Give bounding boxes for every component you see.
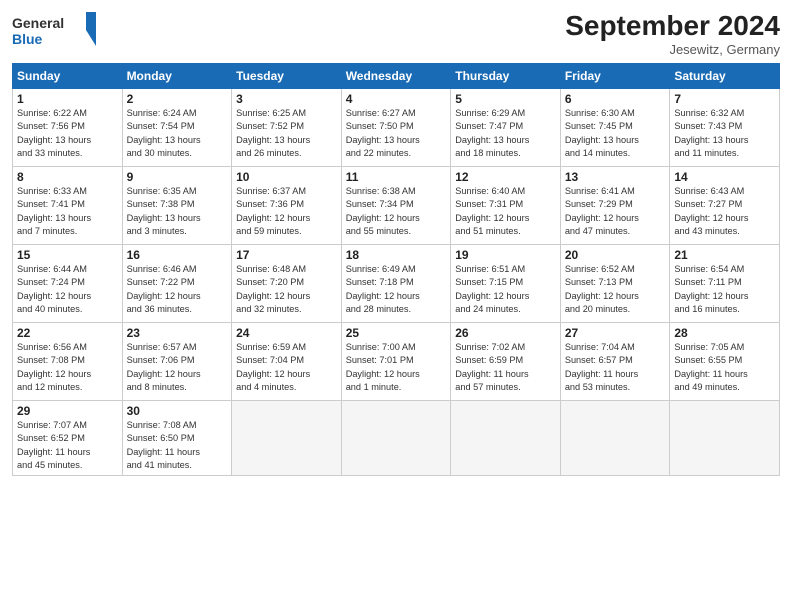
table-row: 8 Sunrise: 6:33 AMSunset: 7:41 PMDayligh… [13,167,780,245]
table-cell-empty [232,401,342,476]
svg-text:Blue: Blue [12,31,43,47]
list-item: 3 Sunrise: 6:25 AMSunset: 7:52 PMDayligh… [232,89,342,167]
page: General Blue September 2024 Jesewitz, Ge… [0,0,792,612]
header: General Blue September 2024 Jesewitz, Ge… [12,10,780,57]
header-row: Sunday Monday Tuesday Wednesday Thursday… [13,64,780,89]
location: Jesewitz, Germany [565,42,780,57]
list-item: 22 Sunrise: 6:56 AMSunset: 7:08 PMDaylig… [13,323,123,401]
list-item: 28 Sunrise: 7:05 AMSunset: 6:55 PMDaylig… [670,323,780,401]
list-item: 8 Sunrise: 6:33 AMSunset: 7:41 PMDayligh… [13,167,123,245]
month-title: September 2024 [565,10,780,42]
table-row: 22 Sunrise: 6:56 AMSunset: 7:08 PMDaylig… [13,323,780,401]
list-item: 1 Sunrise: 6:22 AMSunset: 7:56 PMDayligh… [13,89,123,167]
calendar-table: Sunday Monday Tuesday Wednesday Thursday… [12,63,780,476]
col-friday: Friday [560,64,670,89]
table-row: 29 Sunrise: 7:07 AMSunset: 6:52 PMDaylig… [13,401,780,476]
col-thursday: Thursday [451,64,561,89]
list-item: 24 Sunrise: 6:59 AMSunset: 7:04 PMDaylig… [232,323,342,401]
col-wednesday: Wednesday [341,64,451,89]
table-cell-empty [341,401,451,476]
list-item: 7 Sunrise: 6:32 AMSunset: 7:43 PMDayligh… [670,89,780,167]
list-item: 26 Sunrise: 7:02 AMSunset: 6:59 PMDaylig… [451,323,561,401]
list-item: 18 Sunrise: 6:49 AMSunset: 7:18 PMDaylig… [341,245,451,323]
col-sunday: Sunday [13,64,123,89]
list-item: 17 Sunrise: 6:48 AMSunset: 7:20 PMDaylig… [232,245,342,323]
svg-text:General: General [12,15,64,31]
list-item: 27 Sunrise: 7:04 AMSunset: 6:57 PMDaylig… [560,323,670,401]
list-item: 23 Sunrise: 6:57 AMSunset: 7:06 PMDaylig… [122,323,232,401]
title-block: September 2024 Jesewitz, Germany [565,10,780,57]
table-cell-empty [451,401,561,476]
list-item: 30 Sunrise: 7:08 AMSunset: 6:50 PMDaylig… [122,401,232,476]
list-item: 20 Sunrise: 6:52 AMSunset: 7:13 PMDaylig… [560,245,670,323]
logo: General Blue [12,10,102,50]
list-item: 29 Sunrise: 7:07 AMSunset: 6:52 PMDaylig… [13,401,123,476]
col-tuesday: Tuesday [232,64,342,89]
list-item: 16 Sunrise: 6:46 AMSunset: 7:22 PMDaylig… [122,245,232,323]
list-item: 10 Sunrise: 6:37 AMSunset: 7:36 PMDaylig… [232,167,342,245]
col-monday: Monday [122,64,232,89]
table-cell-empty [670,401,780,476]
list-item: 19 Sunrise: 6:51 AMSunset: 7:15 PMDaylig… [451,245,561,323]
list-item: 6 Sunrise: 6:30 AMSunset: 7:45 PMDayligh… [560,89,670,167]
list-item: 12 Sunrise: 6:40 AMSunset: 7:31 PMDaylig… [451,167,561,245]
list-item: 21 Sunrise: 6:54 AMSunset: 7:11 PMDaylig… [670,245,780,323]
table-row: 15 Sunrise: 6:44 AMSunset: 7:24 PMDaylig… [13,245,780,323]
logo-svg: General Blue [12,10,102,50]
col-saturday: Saturday [670,64,780,89]
list-item: 11 Sunrise: 6:38 AMSunset: 7:34 PMDaylig… [341,167,451,245]
list-item: 4 Sunrise: 6:27 AMSunset: 7:50 PMDayligh… [341,89,451,167]
list-item: 15 Sunrise: 6:44 AMSunset: 7:24 PMDaylig… [13,245,123,323]
table-cell-empty [560,401,670,476]
list-item: 9 Sunrise: 6:35 AMSunset: 7:38 PMDayligh… [122,167,232,245]
list-item: 5 Sunrise: 6:29 AMSunset: 7:47 PMDayligh… [451,89,561,167]
list-item: 25 Sunrise: 7:00 AMSunset: 7:01 PMDaylig… [341,323,451,401]
table-row: 1 Sunrise: 6:22 AMSunset: 7:56 PMDayligh… [13,89,780,167]
list-item: 14 Sunrise: 6:43 AMSunset: 7:27 PMDaylig… [670,167,780,245]
list-item: 13 Sunrise: 6:41 AMSunset: 7:29 PMDaylig… [560,167,670,245]
list-item: 2 Sunrise: 6:24 AMSunset: 7:54 PMDayligh… [122,89,232,167]
